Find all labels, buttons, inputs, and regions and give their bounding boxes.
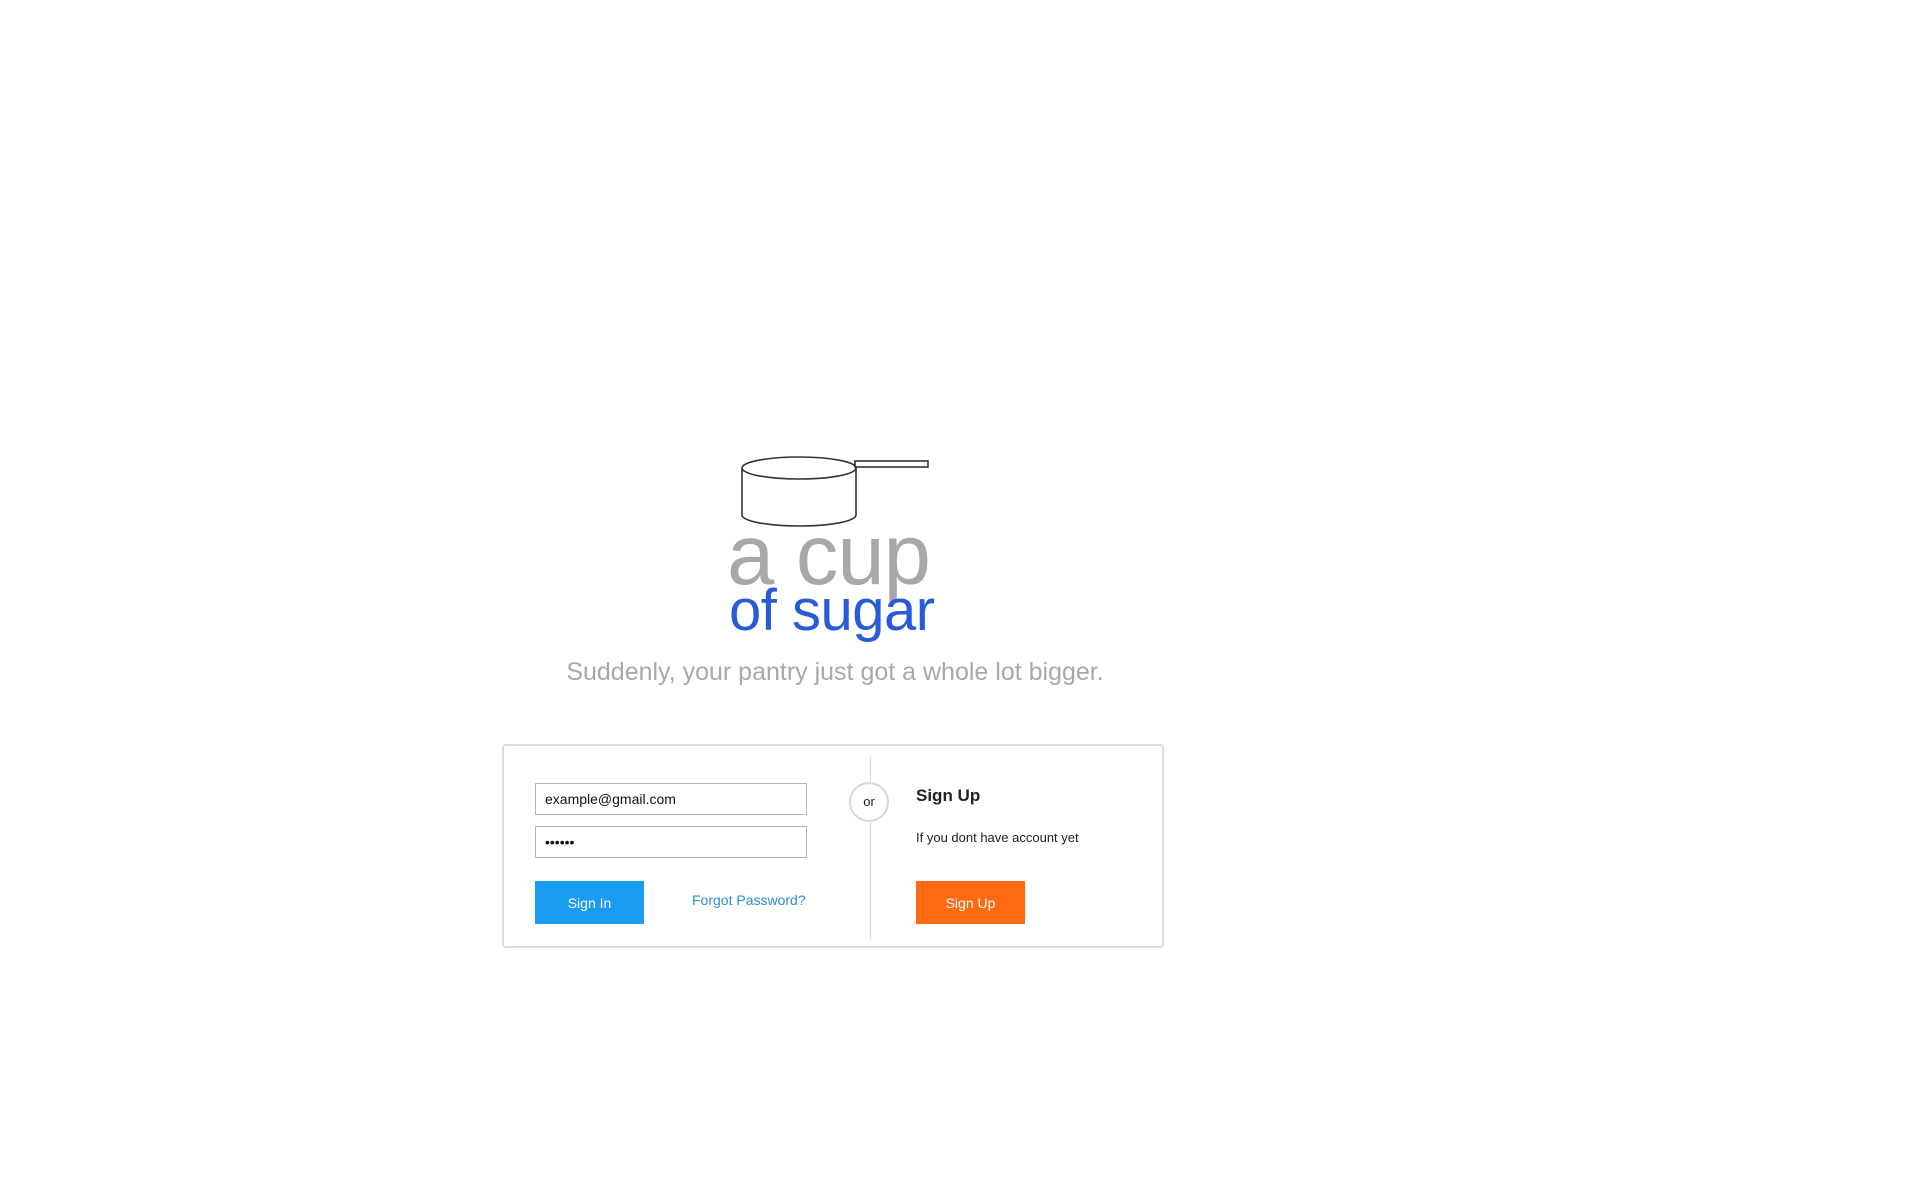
app-logo: a cup of sugar	[727, 455, 967, 650]
forgot-password-link[interactable]: Forgot Password?	[692, 892, 806, 908]
email-field[interactable]	[535, 783, 807, 815]
signup-description: If you dont have account yet	[916, 830, 1079, 845]
logo-text-of-sugar: of sugar	[729, 578, 935, 643]
or-separator: or	[849, 782, 889, 822]
auth-card: Sign In Forgot Password? or Sign Up If y…	[502, 744, 1164, 948]
signup-title: Sign Up	[916, 786, 981, 805]
sign-up-button[interactable]: Sign Up	[916, 881, 1025, 924]
password-field[interactable]	[535, 826, 807, 858]
tagline: Suddenly, your pantry just got a whole l…	[566, 658, 1104, 686]
sign-in-button[interactable]: Sign In	[535, 881, 644, 924]
login-page: a cup of sugar Suddenly, your pantry jus…	[0, 0, 1920, 1200]
